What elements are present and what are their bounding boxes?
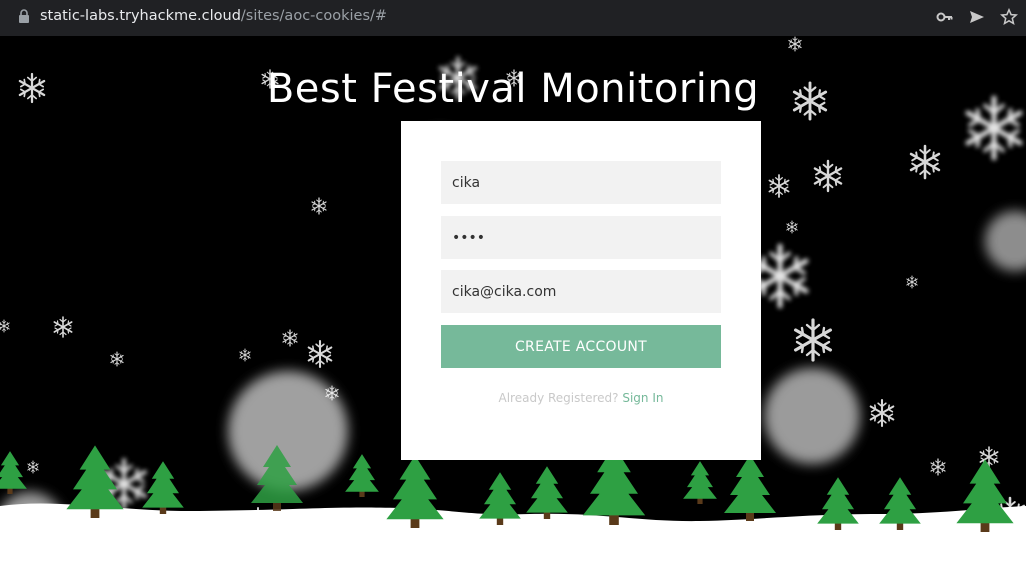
- password-input[interactable]: [441, 216, 721, 259]
- username-input[interactable]: [441, 161, 721, 204]
- address-field[interactable]: static-labs.tryhackme.cloud/sites/aoc-co…: [40, 8, 387, 24]
- url-path: /sites/aoc-cookies/#: [240, 8, 388, 24]
- create-account-button[interactable]: CREATE ACCOUNT: [441, 325, 721, 368]
- signin-prompt: Already Registered? Sign In: [401, 391, 761, 405]
- signup-card: CREATE ACCOUNT Already Registered? Sign …: [401, 121, 761, 460]
- sign-in-link[interactable]: Sign In: [622, 391, 663, 405]
- key-icon[interactable]: [936, 8, 954, 26]
- star-icon[interactable]: [1000, 8, 1018, 26]
- lock-icon: [19, 9, 29, 23]
- url-host: static-labs.tryhackme.cloud: [40, 8, 241, 24]
- page-viewport: Best Festival Monitoring CREATE ACCOUNT …: [0, 36, 1026, 561]
- browser-url-bar: static-labs.tryhackme.cloud/sites/aoc-co…: [0, 0, 1026, 37]
- page-title: Best Festival Monitoring: [266, 66, 760, 112]
- email-input[interactable]: [441, 270, 721, 313]
- send-icon[interactable]: [968, 8, 986, 26]
- already-registered-text: Already Registered?: [498, 391, 623, 405]
